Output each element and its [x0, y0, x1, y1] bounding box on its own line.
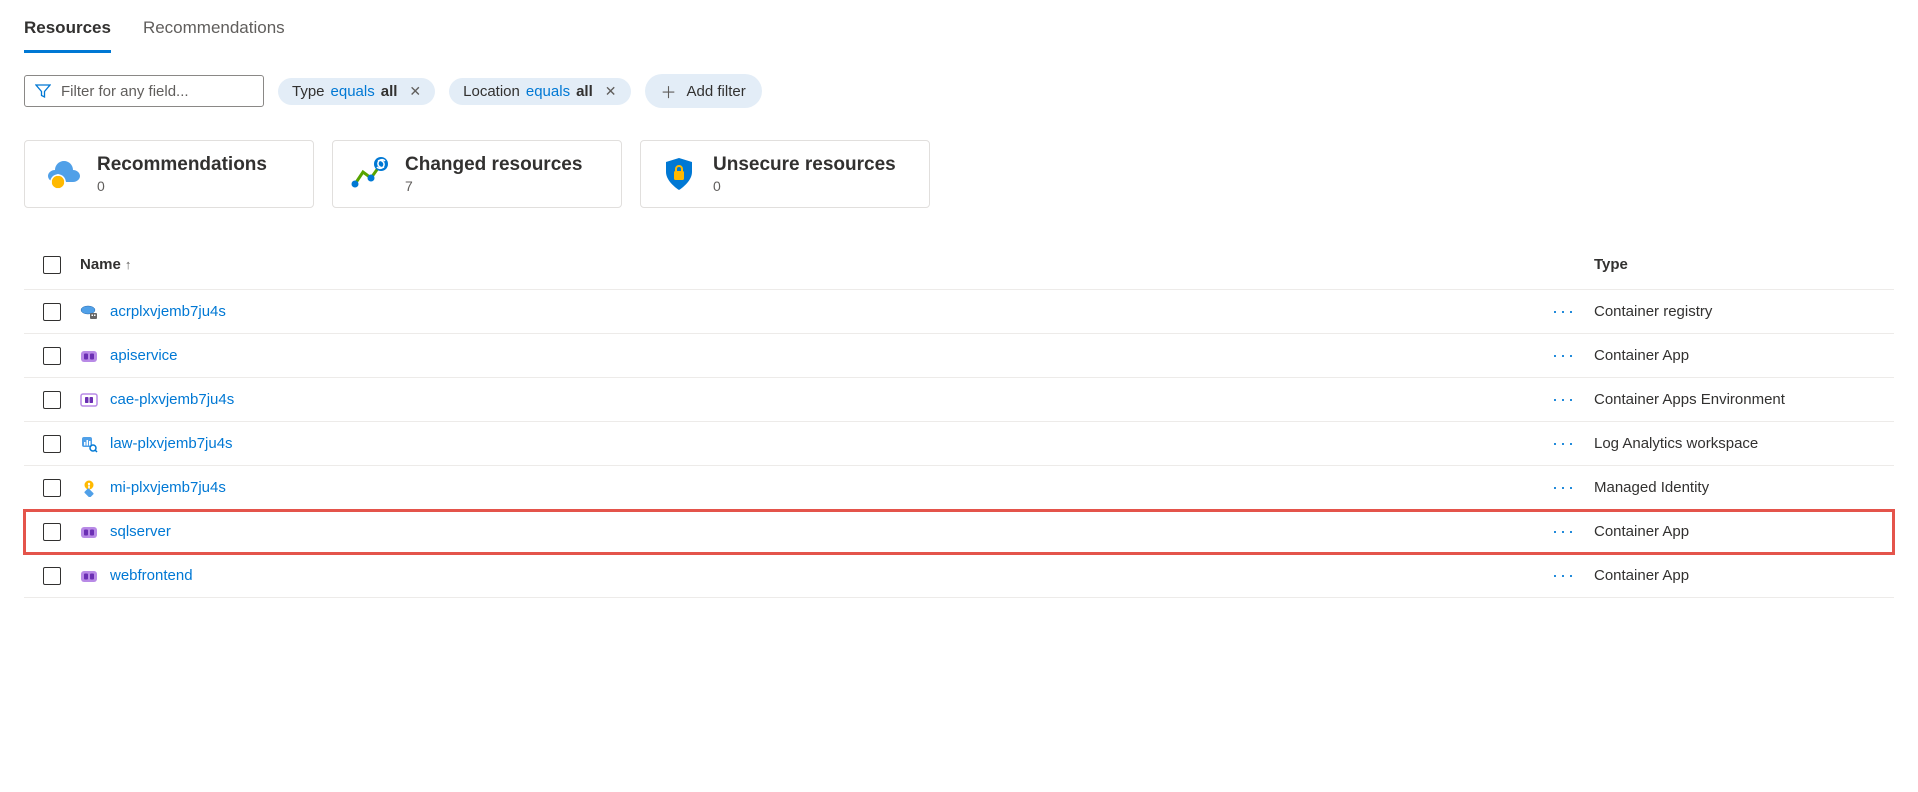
container-app-icon [80, 347, 98, 365]
tab-recommendations[interactable]: Recommendations [143, 8, 285, 53]
more-actions-icon[interactable]: ··· [1534, 477, 1594, 498]
more-actions-icon[interactable]: ··· [1534, 345, 1594, 366]
row-checkbox[interactable] [43, 435, 61, 453]
row-checkbox[interactable] [43, 567, 61, 585]
pill-val: all [576, 83, 593, 100]
container-apps-env-icon [80, 391, 98, 409]
card-recommendations[interactable]: Recommendations 0 [24, 140, 314, 208]
select-all-checkbox[interactable] [43, 256, 61, 274]
filter-pill-location[interactable]: Location equals all ✕ [449, 78, 630, 105]
close-icon[interactable]: ✕ [605, 83, 617, 100]
row-checkbox[interactable] [43, 523, 61, 541]
resource-type: Container App [1594, 523, 1894, 540]
resource-link[interactable]: apiservice [110, 347, 178, 364]
filter-toolbar: Type equals all ✕ Location equals all ✕ … [24, 74, 1894, 108]
sort-arrow-up-icon: ↑ [125, 257, 132, 272]
table-row: sqlserver ···Container App [24, 510, 1894, 554]
card-title: Unsecure resources [713, 154, 896, 176]
resource-type: Container App [1594, 567, 1894, 584]
add-filter-button[interactable]: ＋ Add filter [645, 74, 762, 108]
resource-link[interactable]: law-plxvjemb7ju4s [110, 435, 233, 452]
managed-identity-icon [80, 479, 98, 497]
resource-type: Container App [1594, 347, 1894, 364]
resource-type: Log Analytics workspace [1594, 435, 1894, 452]
tabs: Resources Recommendations [24, 8, 1894, 54]
plus-icon: ＋ [661, 79, 677, 103]
more-actions-icon[interactable]: ··· [1534, 301, 1594, 322]
close-icon[interactable]: ✕ [409, 83, 421, 100]
resource-link[interactable]: acrplxvjemb7ju4s [110, 303, 226, 320]
card-count: 0 [713, 178, 896, 194]
shield-lock-icon [659, 154, 699, 194]
pill-op: equals [331, 83, 375, 100]
more-actions-icon[interactable]: ··· [1534, 521, 1594, 542]
card-title: Changed resources [405, 154, 582, 176]
pill-op: equals [526, 83, 570, 100]
cloud-recommendation-icon [43, 154, 83, 194]
log-analytics-icon [80, 435, 98, 453]
column-header-type[interactable]: Type [1594, 256, 1894, 273]
tab-resources[interactable]: Resources [24, 8, 111, 53]
table-row: law-plxvjemb7ju4s ···Log Analytics worksp… [24, 422, 1894, 466]
resources-table: Name↑ Type acrplxvjemb7ju4s···Container … [24, 246, 1894, 598]
resource-link[interactable]: sqlserver [110, 523, 171, 540]
more-actions-icon[interactable]: ··· [1534, 433, 1594, 454]
card-changed-resources[interactable]: Changed resources 7 [332, 140, 622, 208]
container-registry-icon [80, 303, 98, 321]
table-row: cae-plxvjemb7ju4s ···Container Apps Envir… [24, 378, 1894, 422]
resource-type: Container Apps Environment [1594, 391, 1894, 408]
container-app-icon [80, 523, 98, 541]
row-checkbox[interactable] [43, 347, 61, 365]
column-header-name[interactable]: Name↑ [80, 256, 1534, 273]
more-actions-icon[interactable]: ··· [1534, 565, 1594, 586]
table-row: apiservice ···Container App [24, 334, 1894, 378]
card-title: Recommendations [97, 154, 267, 176]
table-row: mi-plxvjemb7ju4s ···Managed Identity [24, 466, 1894, 510]
card-unsecure-resources[interactable]: Unsecure resources 0 [640, 140, 930, 208]
filter-pill-type[interactable]: Type equals all ✕ [278, 78, 435, 105]
pill-field: Type [292, 83, 325, 100]
filter-input-wrap[interactable] [24, 75, 264, 107]
container-app-icon [80, 567, 98, 585]
pill-field: Location [463, 83, 520, 100]
resource-link[interactable]: mi-plxvjemb7ju4s [110, 479, 226, 496]
table-header: Name↑ Type [24, 246, 1894, 290]
table-row: webfrontend ···Container App [24, 554, 1894, 598]
card-count: 0 [97, 178, 267, 194]
add-filter-label: Add filter [687, 83, 746, 100]
card-count: 7 [405, 178, 582, 194]
filter-input[interactable] [61, 83, 253, 100]
pill-val: all [381, 83, 398, 100]
summary-cards: Recommendations 0 Changed resources 7 [24, 140, 1894, 208]
row-checkbox[interactable] [43, 391, 61, 409]
filter-icon [35, 83, 51, 99]
resource-type: Managed Identity [1594, 479, 1894, 496]
more-actions-icon[interactable]: ··· [1534, 389, 1594, 410]
resource-type: Container registry [1594, 303, 1894, 320]
resource-link[interactable]: cae-plxvjemb7ju4s [110, 391, 234, 408]
row-checkbox[interactable] [43, 479, 61, 497]
resource-link[interactable]: webfrontend [110, 567, 193, 584]
table-row: acrplxvjemb7ju4s ···Container registry [24, 290, 1894, 334]
row-checkbox[interactable] [43, 303, 61, 321]
changed-resources-icon [351, 154, 391, 194]
